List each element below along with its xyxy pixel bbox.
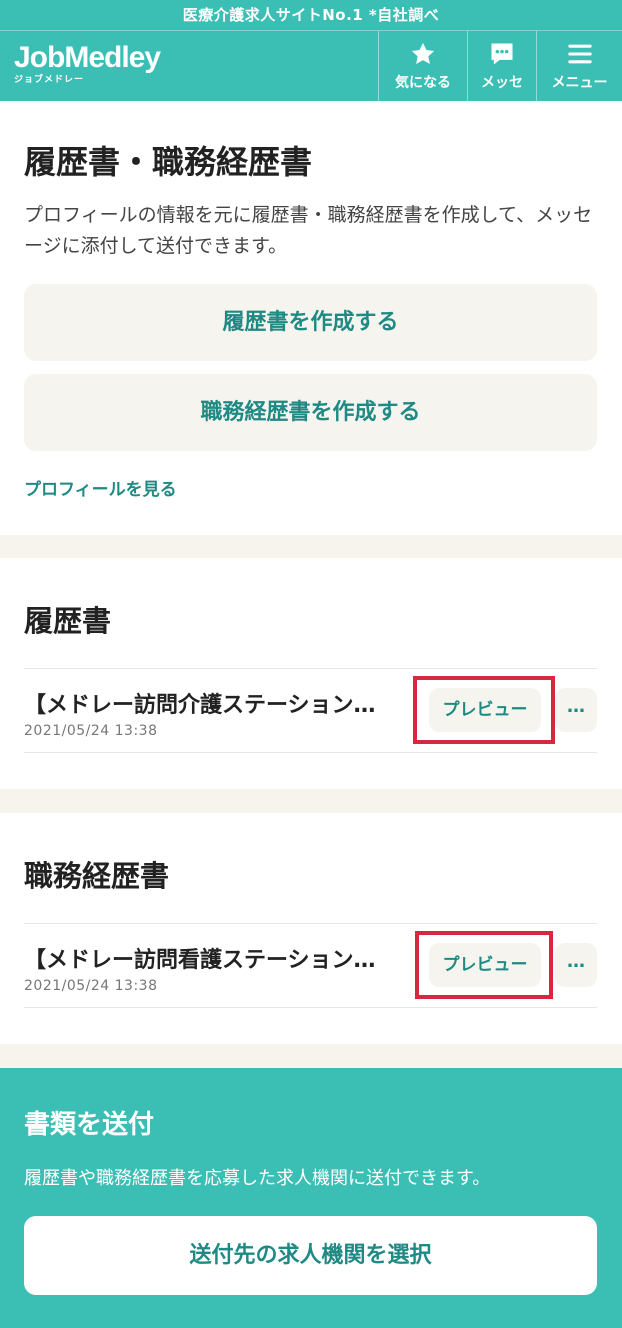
career-history-heading: 職務経歴書 — [24, 859, 170, 893]
create-career-history-button[interactable]: 職務経歴書を作成する — [24, 374, 597, 451]
view-profile-link[interactable]: プロフィールを見る — [24, 475, 177, 500]
list-item: 【メドレー訪問介護ステーション… 2021/05/24 13:38 プレビュー … — [24, 668, 597, 753]
document-title[interactable]: 【メドレー訪問介護ステーション… — [24, 687, 402, 719]
favorites-label: 気になる — [395, 75, 451, 91]
chat-bubble-icon — [491, 43, 513, 65]
document-date: 2021/05/24 13:38 — [24, 723, 158, 739]
create-resume-button[interactable]: 履歴書を作成する — [24, 284, 597, 361]
menu-button[interactable]: メニュー — [536, 31, 622, 102]
send-documents-description: 履歴書や職務経歴書を応募した求人機関に送付できます。 — [24, 1168, 491, 1189]
more-options-button[interactable]: … — [555, 943, 597, 987]
top-banner: 医療介護求人サイトNo.1 *自社調べ — [0, 0, 622, 30]
logo-subtitle: ジョブメドレー — [14, 75, 85, 85]
intro-section: 履歴書・職務経歴書 プロフィールの情報を元に履歴書・職務経歴書を作成して、メッセ… — [0, 101, 622, 535]
site-logo[interactable]: JobMedley ジョブメドレー — [14, 41, 161, 85]
favorites-button[interactable]: 気になる — [378, 31, 467, 102]
page-title: 履歴書・職務経歴書 — [24, 143, 313, 181]
resume-section: 履歴書 【メドレー訪問介護ステーション… 2021/05/24 13:38 プレ… — [0, 558, 622, 789]
list-item: 【メドレー訪問看護ステーション… 2021/05/24 13:38 プレビュー … — [24, 923, 597, 1008]
preview-button[interactable]: プレビュー — [429, 943, 541, 987]
star-icon — [411, 42, 435, 65]
send-documents-title: 書類を送付 — [24, 1110, 155, 1140]
document-date: 2021/05/24 13:38 — [24, 978, 158, 994]
intro-description: プロフィールの情報を元に履歴書・職務経歴書を作成して、メッセージに添付して送付で… — [24, 204, 593, 257]
document-title[interactable]: 【メドレー訪問看護ステーション… — [24, 942, 402, 974]
preview-button[interactable]: プレビュー — [429, 688, 541, 732]
messages-label: メッセ — [481, 75, 523, 91]
send-documents-section: 書類を送付 履歴書や職務経歴書を応募した求人機関に送付できます。 送付先の求人機… — [0, 1068, 622, 1328]
resume-heading: 履歴書 — [24, 604, 112, 638]
hamburger-menu-icon — [567, 44, 592, 64]
logo-wordmark: JobMedley — [14, 41, 161, 74]
career-history-section: 職務経歴書 【メドレー訪問看護ステーション… 2021/05/24 13:38 … — [0, 813, 622, 1044]
more-options-button[interactable]: … — [555, 688, 597, 732]
site-header: JobMedley ジョブメドレー 気になる メッセ メニュー — [0, 30, 622, 102]
select-recipient-button[interactable]: 送付先の求人機関を選択 — [24, 1216, 597, 1295]
menu-label: メニュー — [551, 75, 608, 91]
messages-button[interactable]: メッセ — [467, 31, 536, 102]
